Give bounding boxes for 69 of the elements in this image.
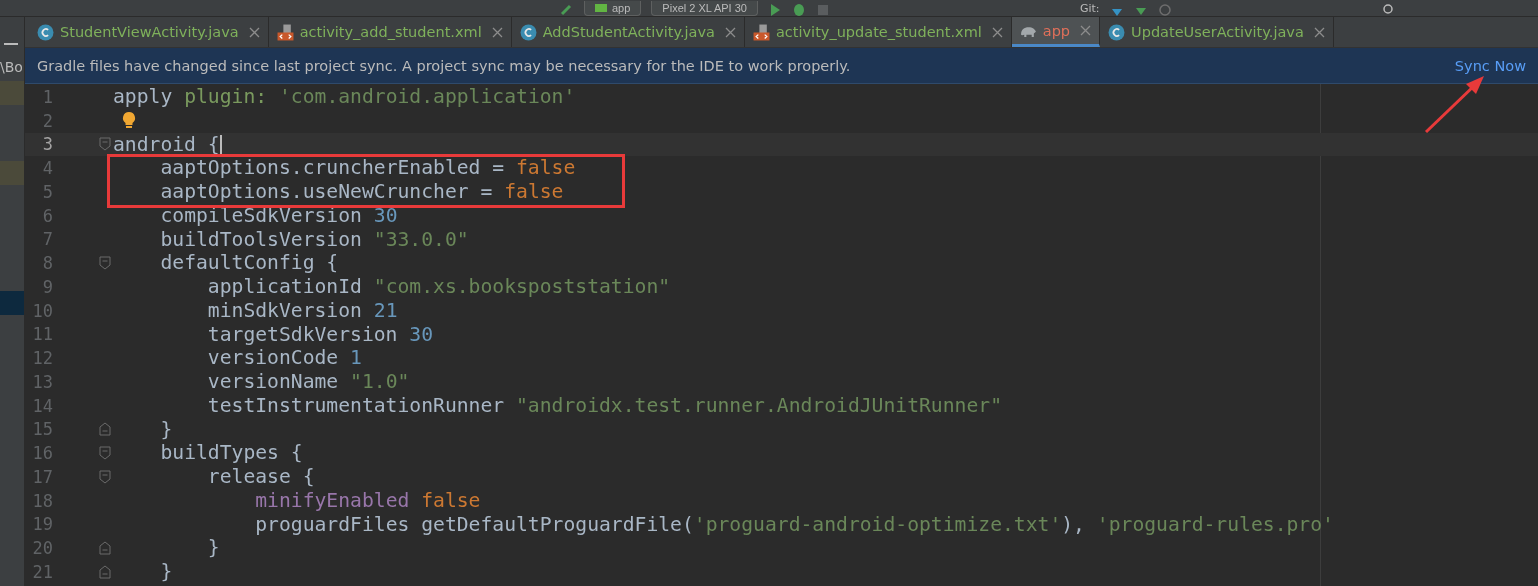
line-number: 18: [31, 490, 53, 511]
editor-tab[interactable]: StudentViewActivity.java: [29, 17, 269, 47]
code-token: versionCode: [207, 346, 339, 370]
code-token: "com.xs.bookspoststation": [373, 275, 671, 298]
line-number: 12: [31, 348, 53, 369]
code-token: 21: [373, 298, 398, 322]
code-token: "1.0": [350, 370, 410, 393]
code-token: 1: [350, 346, 362, 370]
code-token: apply: [113, 85, 173, 108]
code-token: defaultConfig {: [160, 251, 339, 275]
code-token: versionName: [207, 370, 339, 393]
editor-tab[interactable]: activity_update_student.xml: [744, 17, 1012, 47]
code-token: buildToolsVersion: [160, 227, 362, 251]
line-number: 9: [41, 276, 53, 297]
code-token: minSdkVersion: [207, 298, 362, 322]
line-number: 15: [31, 419, 53, 440]
line-number: 4: [41, 158, 53, 179]
code-token: }: [207, 536, 220, 560]
line-number: 19: [31, 514, 53, 535]
code-token: 'com.android.application': [278, 85, 576, 108]
line-number: 16: [31, 443, 53, 464]
code-token: ),: [1061, 512, 1085, 536]
line-number: 2: [41, 110, 53, 131]
code-token: targetSdkVersion: [207, 322, 398, 346]
line-number: 14: [31, 395, 53, 416]
line-number: 20: [31, 538, 53, 559]
code-token: buildTypes {: [160, 441, 303, 465]
editor-tab[interactable]: UpdateUserActivity.java: [1100, 17, 1334, 47]
line-number: 11: [31, 324, 53, 345]
run-config-dropdown[interactable]: app: [584, 1, 642, 16]
editor-tab[interactable]: app: [1011, 17, 1101, 47]
code-token: false: [516, 156, 576, 180]
line-number: 5: [41, 181, 53, 202]
code-token: false: [504, 180, 564, 203]
line-number: 6: [41, 205, 53, 226]
line-number: 7: [41, 229, 53, 250]
code-token: false: [421, 488, 481, 512]
code-token: "33.0.0": [373, 227, 469, 251]
vcs-label: Git:: [1079, 2, 1100, 16]
code-token: 'proguard-rules.pro': [1096, 512, 1334, 536]
path-text: \Bo: [0, 59, 24, 75]
code-token: aaptOptions.cruncherEnabled =: [160, 156, 505, 180]
code-token: plugin:: [184, 85, 268, 108]
code-token: aaptOptions.useNewCruncher =: [160, 180, 493, 203]
banner-message: Gradle files have changed since last project sync. A project sync may be necessary for the IDE to work properly.: [37, 57, 851, 74]
editor-tab[interactable]: AddStudentActivity.java: [511, 17, 745, 47]
code-token: proguardFiles getDefaultProguardFile(: [255, 512, 694, 536]
code-token: "androidx.test.runner.AndroidJUnitRunner": [516, 393, 1002, 417]
code-token: 30: [373, 203, 398, 227]
code-token: testInstrumentationRunner: [207, 393, 505, 417]
code-token: minifyEnabled: [255, 488, 410, 512]
line-number: 21: [31, 561, 53, 582]
code-token: android {: [113, 132, 220, 156]
line-number: 17: [31, 466, 53, 487]
code-token: 30: [409, 322, 434, 346]
device-dropdown[interactable]: Pixel 2 XL API 30: [651, 1, 758, 16]
code-token: }: [160, 417, 173, 441]
code-token: release {: [207, 465, 315, 488]
line-number: 13: [31, 371, 53, 392]
line-number: 8: [41, 253, 53, 274]
sync-now-link[interactable]: Sync Now: [1454, 57, 1526, 74]
line-number: 3: [41, 134, 53, 155]
code-token: 'proguard-android-optimize.txt': [693, 512, 1062, 536]
editor-tab[interactable]: activity_add_student.xml: [268, 17, 512, 47]
line-number: 10: [31, 300, 53, 321]
code-token: compileSdkVersion: [160, 203, 362, 227]
line-number: 1: [41, 86, 53, 107]
code-token: applicationId: [207, 275, 362, 298]
code-token: }: [160, 560, 173, 583]
